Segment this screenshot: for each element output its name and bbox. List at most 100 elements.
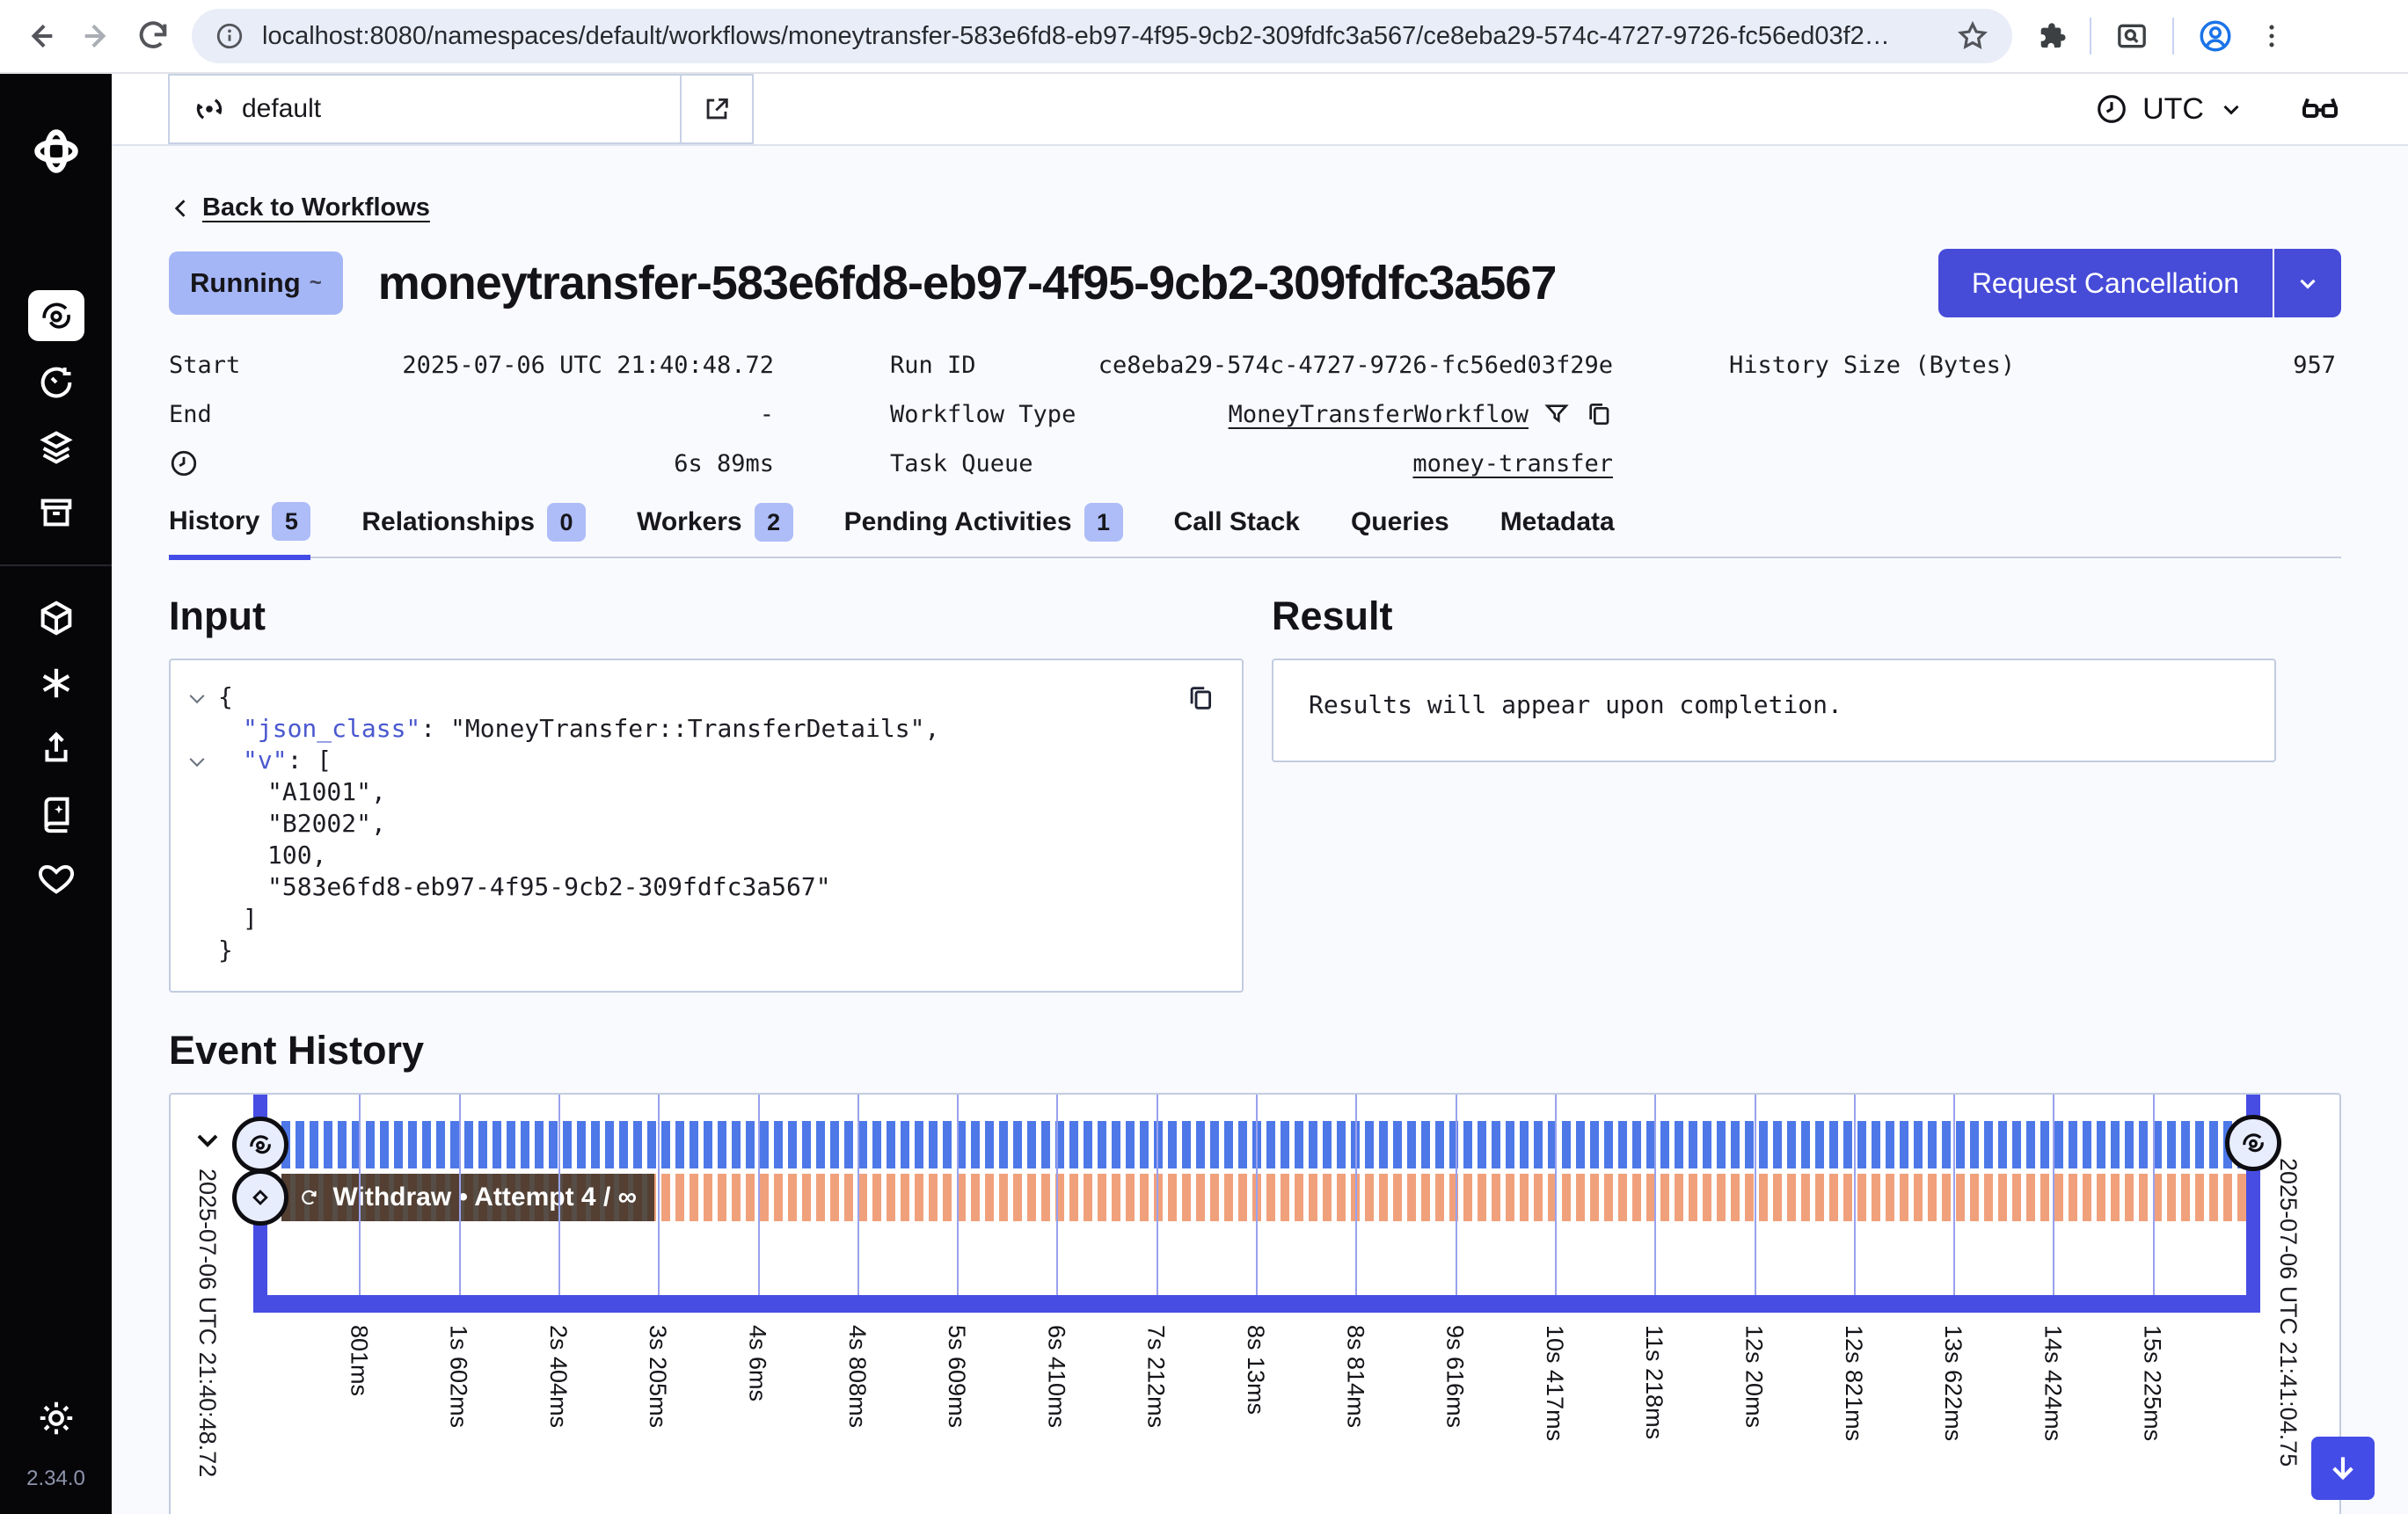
sidebar-item-deployments[interactable] bbox=[36, 427, 77, 468]
history-size-label: History Size (Bytes) bbox=[1729, 352, 2015, 379]
axis-tick-label: 3s 205ms bbox=[644, 1325, 671, 1428]
run-id-label: Run ID bbox=[890, 352, 976, 379]
sidebar-item-share-icon[interactable] bbox=[36, 728, 77, 768]
theme-toggle-sun-icon[interactable] bbox=[36, 1398, 77, 1438]
sidebar-item-workflows[interactable] bbox=[28, 290, 84, 341]
run-id-value: ce8eba29-574c-4727-9726-fc56ed03f29e bbox=[1098, 352, 1613, 379]
screen: localhost:8080/namespaces/default/workfl… bbox=[0, 0, 2408, 1514]
json-gutter bbox=[192, 808, 218, 840]
request-cancellation-button[interactable]: Request Cancellation bbox=[1938, 249, 2273, 317]
event-history-timeline: Withdraw • Attempt 4 / ∞ 202 bbox=[169, 1093, 2341, 1514]
filter-funnel-icon[interactable] bbox=[1543, 400, 1571, 428]
workflow-start-node[interactable] bbox=[232, 1117, 288, 1173]
site-info-icon[interactable] bbox=[215, 21, 244, 51]
axis-tick-label: 4s 808ms bbox=[843, 1325, 871, 1428]
collapse-chevron-icon[interactable] bbox=[192, 745, 218, 776]
workflow-type-link[interactable]: MoneyTransferWorkflow bbox=[1229, 401, 1529, 428]
clock-icon bbox=[2095, 92, 2128, 126]
back-to-workflows-link[interactable]: Back to Workflows bbox=[169, 193, 2341, 222]
labs-glasses-icon[interactable] bbox=[2299, 88, 2341, 130]
axis-tick-label: 8s 13ms bbox=[1242, 1325, 1269, 1415]
timeline-gridline bbox=[1056, 1095, 1058, 1295]
timeline-gridline bbox=[1256, 1095, 1258, 1295]
tab-call-stack[interactable]: Call Stack bbox=[1174, 502, 1300, 557]
tab-relationships[interactable]: Relationships0 bbox=[361, 502, 586, 557]
sidebar-divider bbox=[0, 564, 112, 566]
namespace-selector[interactable]: default bbox=[168, 74, 754, 144]
axis-tick-label: 10s 417ms bbox=[1541, 1325, 1568, 1441]
forward-icon[interactable] bbox=[79, 18, 114, 54]
result-message: Results will appear upon completion. bbox=[1309, 690, 1842, 719]
start-label: Start bbox=[169, 352, 240, 379]
side-panel-search-icon[interactable] bbox=[2114, 18, 2149, 54]
sidebar-item-batch-operations[interactable] bbox=[36, 492, 77, 533]
axis-tick-label: 9s 616ms bbox=[1441, 1325, 1469, 1428]
timezone-selector[interactable]: UTC bbox=[2095, 92, 2244, 127]
detail-tabs: History5 Relationships0 Workers2 Pending Ac… bbox=[169, 502, 2341, 558]
sidebar-item-nexus[interactable] bbox=[36, 663, 77, 703]
collapse-chevron-icon[interactable] bbox=[192, 681, 218, 713]
sidebar-item-namespaces[interactable] bbox=[36, 598, 77, 638]
axis-tick-label: 4s 6ms bbox=[744, 1325, 771, 1401]
workflow-running-node[interactable] bbox=[2225, 1115, 2281, 1171]
reload-icon[interactable] bbox=[135, 18, 171, 54]
divider bbox=[2172, 18, 2174, 55]
tab-workers[interactable]: Workers2 bbox=[637, 502, 793, 557]
temporal-logo-icon bbox=[30, 125, 83, 178]
axis-tick-label: 801ms bbox=[345, 1325, 372, 1396]
scroll-to-bottom-button[interactable] bbox=[2311, 1437, 2375, 1500]
axis-tick-label: 2s 404ms bbox=[544, 1325, 572, 1428]
back-icon[interactable] bbox=[23, 18, 58, 54]
event-history-heading: Event History bbox=[169, 1028, 2341, 1074]
address-bar[interactable]: localhost:8080/namespaces/default/workfl… bbox=[192, 9, 2012, 63]
start-value: 2025-07-06 UTC 21:40:48.72 bbox=[402, 352, 774, 379]
tab-pending-activities[interactable]: Pending Activities1 bbox=[844, 502, 1123, 557]
menu-kebab-icon[interactable] bbox=[2257, 21, 2287, 51]
json-line: { bbox=[192, 681, 1215, 713]
profile-avatar-icon[interactable] bbox=[2197, 18, 2234, 55]
duration-clock-icon bbox=[169, 448, 199, 478]
timeline-end-timestamp: 2025-07-06 UTC 21:41:04.75 bbox=[2274, 1158, 2302, 1467]
timeline-gridline bbox=[1953, 1095, 1955, 1295]
namespace-open-external-icon[interactable] bbox=[680, 76, 752, 142]
status-spinner-icon: ~ bbox=[310, 271, 322, 295]
tab-label: Call Stack bbox=[1174, 507, 1300, 537]
axis-tick-label: 7s 212ms bbox=[1142, 1325, 1170, 1428]
status-badge[interactable]: Running~ bbox=[169, 251, 343, 315]
input-heading: Input bbox=[169, 593, 1244, 639]
bookmark-star-icon[interactable] bbox=[1956, 19, 1989, 53]
axis-tick-label: 12s 20ms bbox=[1740, 1325, 1768, 1428]
json-gutter bbox=[192, 903, 218, 935]
timeline-gridline bbox=[1555, 1095, 1557, 1295]
timeline-gridline bbox=[1755, 1095, 1756, 1295]
browser-chrome: localhost:8080/namespaces/default/workfl… bbox=[0, 0, 2408, 74]
arrow-down-icon bbox=[2326, 1452, 2360, 1485]
json-gutter bbox=[192, 713, 218, 745]
timeline-expand-chevron-icon[interactable] bbox=[190, 1123, 225, 1158]
tab-history[interactable]: History5 bbox=[169, 502, 310, 560]
tab-label: Metadata bbox=[1500, 507, 1615, 537]
timeline-gridline bbox=[2153, 1095, 2155, 1295]
workflow-type-label: Workflow Type bbox=[890, 401, 1076, 428]
tab-queries[interactable]: Queries bbox=[1351, 502, 1449, 557]
workflow-title: moneytransfer-583e6fd8-eb97-4f95-9cb2-30… bbox=[378, 256, 1938, 310]
activity-node[interactable] bbox=[232, 1169, 288, 1226]
copy-input-icon[interactable] bbox=[1186, 683, 1215, 713]
url-text[interactable]: localhost:8080/namespaces/default/workfl… bbox=[262, 22, 1938, 51]
tab-metadata[interactable]: Metadata bbox=[1500, 502, 1615, 557]
sidebar-item-feedback-heart-icon[interactable] bbox=[36, 858, 77, 899]
task-queue-link[interactable]: money-transfer bbox=[1412, 450, 1613, 477]
sidebar-item-docs-icon[interactable] bbox=[36, 793, 77, 833]
json-gutter bbox=[192, 871, 218, 903]
timeline-gridline bbox=[558, 1095, 560, 1295]
axis-tick-label: 12s 821ms bbox=[1840, 1325, 1867, 1441]
timeline-gridline bbox=[359, 1095, 361, 1295]
copy-icon[interactable] bbox=[1585, 400, 1613, 428]
json-line: 100, bbox=[192, 840, 1215, 871]
extensions-icon[interactable] bbox=[2033, 19, 2067, 53]
app-topbar: default UTC bbox=[112, 74, 2408, 146]
timeline-plot: Withdraw • Attempt 4 / ∞ 202 bbox=[171, 1095, 2339, 1514]
sidebar-item-schedules[interactable] bbox=[36, 362, 77, 403]
tab-count-badge: 2 bbox=[755, 503, 793, 542]
action-menu-caret-button[interactable] bbox=[2274, 249, 2341, 317]
